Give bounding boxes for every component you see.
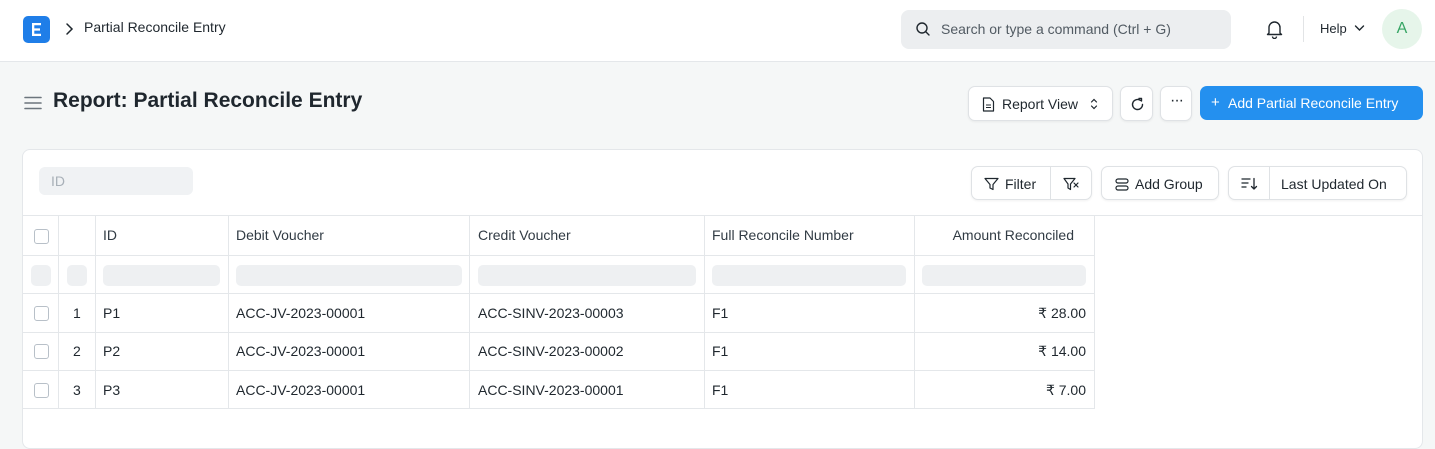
cell-full-reconcile-number[interactable]: F1	[705, 333, 915, 371]
more-dots-icon: ···	[1170, 92, 1184, 109]
filter-button[interactable]: Filter	[971, 166, 1092, 200]
nav-divider	[1303, 16, 1304, 42]
sort-separator	[1269, 167, 1270, 199]
cell-full-reconcile-number[interactable]: F1	[705, 294, 915, 333]
id-filter-input[interactable]	[39, 167, 193, 195]
add-group-button[interactable]: Add Group	[1101, 166, 1219, 200]
column-header-full-reconcile-number[interactable]: Full Reconcile Number	[705, 216, 915, 256]
header-index-cell	[59, 216, 96, 256]
select-all-checkbox[interactable]	[34, 229, 49, 244]
sort-label: Last Updated On	[1281, 176, 1387, 192]
add-button-label: Add Partial Reconcile Entry	[1228, 95, 1399, 111]
refresh-button[interactable]	[1120, 86, 1153, 121]
cell-amount-reconciled[interactable]: ₹ 28.00	[915, 294, 1095, 333]
filter-placeholder	[712, 265, 906, 286]
filter-icon	[984, 177, 999, 191]
clear-filter-icon[interactable]	[1063, 177, 1079, 191]
cell-debit-voucher[interactable]: ACC-JV-2023-00001	[229, 371, 470, 409]
row-index-cell: 1	[59, 294, 96, 333]
filter-placeholder	[922, 265, 1086, 286]
row-index-cell: 3	[59, 371, 96, 409]
filter-cell-credit-voucher[interactable]	[470, 256, 705, 294]
filter-placeholder	[236, 265, 462, 286]
document-icon	[982, 97, 995, 112]
report-view-label: Report View	[1002, 96, 1079, 112]
cell-id[interactable]: P3	[96, 371, 229, 409]
filter-separator	[1050, 167, 1051, 199]
select-arrows-icon	[1090, 98, 1098, 110]
cell-debit-voucher[interactable]: ACC-JV-2023-00001	[229, 294, 470, 333]
add-group-label: Add Group	[1135, 176, 1203, 192]
filter-cell	[59, 256, 96, 294]
search-icon	[916, 22, 930, 36]
logo-e-icon	[32, 23, 41, 36]
row-select-cell	[22, 333, 59, 371]
cell-credit-voucher[interactable]: ACC-SINV-2023-00003	[470, 294, 705, 333]
filter-placeholder	[31, 265, 51, 286]
breadcrumb[interactable]: Partial Reconcile Entry	[84, 19, 226, 35]
cell-amount-reconciled[interactable]: ₹ 14.00	[915, 333, 1095, 371]
page-title: Report: Partial Reconcile Entry	[53, 89, 363, 112]
filter-placeholder	[103, 265, 220, 286]
column-header-amount-reconciled[interactable]: Amount Reconciled	[915, 216, 1095, 256]
report-view-button[interactable]: Report View	[968, 86, 1113, 121]
row-checkbox[interactable]	[34, 306, 49, 321]
column-header-id[interactable]: ID	[96, 216, 229, 256]
help-menu[interactable]: Help	[1320, 21, 1347, 36]
more-actions-button[interactable]: ···	[1160, 86, 1192, 121]
filter-cell	[22, 256, 59, 294]
plus-icon: +	[1211, 94, 1220, 111]
app-logo[interactable]	[23, 16, 50, 43]
row-select-cell	[22, 371, 59, 409]
sort-icon[interactable]	[1241, 177, 1258, 191]
row-checkbox[interactable]	[34, 344, 49, 359]
chevron-right-icon	[66, 23, 74, 35]
filter-label: Filter	[1005, 176, 1037, 192]
chevron-down-icon[interactable]	[1354, 24, 1365, 32]
row-checkbox[interactable]	[34, 383, 49, 398]
search-bar[interactable]: Search or type a command (Ctrl + G)	[901, 10, 1231, 49]
avatar[interactable]: A	[1382, 9, 1422, 49]
navbar: Partial Reconcile Entry Search or type a…	[0, 0, 1435, 62]
cell-id[interactable]: P1	[96, 294, 229, 333]
cell-full-reconcile-number[interactable]: F1	[705, 371, 915, 409]
filter-placeholder	[67, 265, 87, 286]
column-header-credit-voucher[interactable]: Credit Voucher	[470, 216, 705, 256]
sort-button[interactable]: Last Updated On	[1228, 166, 1407, 200]
column-header-debit-voucher[interactable]: Debit Voucher	[229, 216, 470, 256]
add-partial-reconcile-entry-button[interactable]: + Add Partial Reconcile Entry	[1200, 86, 1423, 120]
search-input[interactable]: Search or type a command (Ctrl + G)	[941, 21, 1171, 37]
bell-icon[interactable]	[1265, 19, 1284, 39]
cell-credit-voucher[interactable]: ACC-SINV-2023-00002	[470, 333, 705, 371]
filter-cell-debit-voucher[interactable]	[229, 256, 470, 294]
filter-cell-full-reconcile-number[interactable]	[705, 256, 915, 294]
cell-id[interactable]: P2	[96, 333, 229, 371]
group-icon	[1115, 178, 1129, 191]
header-select-cell	[22, 216, 59, 256]
row-select-cell	[22, 294, 59, 333]
cell-amount-reconciled[interactable]: ₹ 7.00	[915, 371, 1095, 409]
refresh-icon	[1131, 97, 1144, 111]
sidebar-toggle-icon[interactable]	[24, 96, 42, 110]
filter-cell-id[interactable]	[96, 256, 229, 294]
filter-cell-amount-reconciled[interactable]	[915, 256, 1095, 294]
row-index-cell: 2	[59, 333, 96, 371]
cell-credit-voucher[interactable]: ACC-SINV-2023-00001	[470, 371, 705, 409]
cell-debit-voucher[interactable]: ACC-JV-2023-00001	[229, 333, 470, 371]
filter-placeholder	[478, 265, 696, 286]
